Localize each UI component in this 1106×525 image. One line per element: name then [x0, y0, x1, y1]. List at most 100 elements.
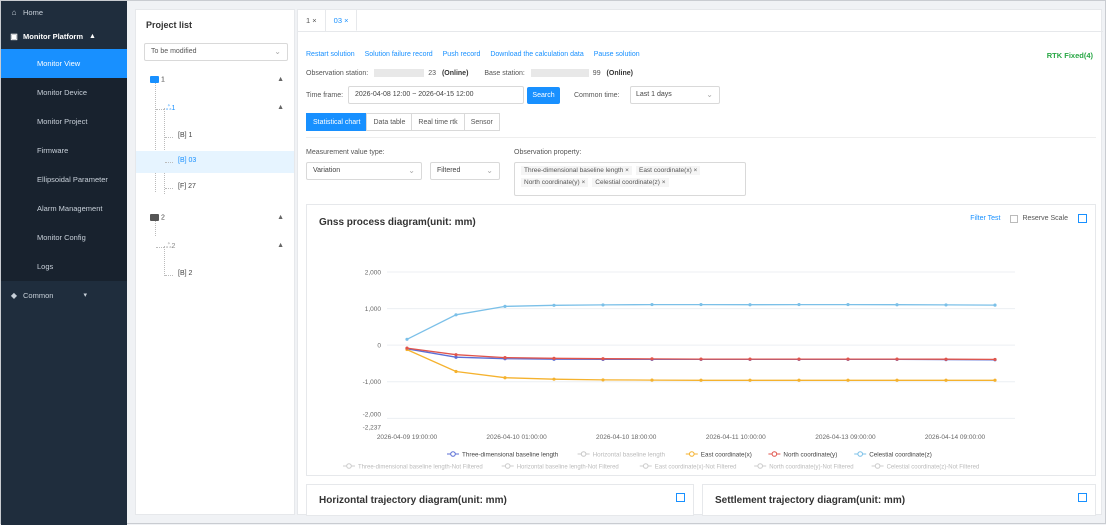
legend-label: Celestial coordinate(z)-Not Filtered [887, 465, 980, 471]
tree-node-project-1[interactable]: 1 ▲ [136, 70, 294, 92]
tree-node-group-1[interactable]: ஃ1 ▲ [136, 98, 294, 120]
sidebar-platform-label: Monitor Platform [23, 31, 83, 41]
search-button[interactable]: Search [527, 87, 560, 104]
sidebar-item-firmware[interactable]: Firmware [1, 136, 127, 165]
legend-label: Celestial coordinate(z) [869, 452, 932, 459]
tree-node-f-27[interactable]: [F] 27 [136, 177, 294, 199]
tree-node-b-2[interactable]: [B] 2 [136, 264, 294, 286]
save-image-icon[interactable] [1078, 493, 1087, 502]
data-point [601, 378, 605, 382]
horizontal-trajectory-title: Horizontal trajectory diagram(unit: mm) [319, 495, 507, 506]
sidebar-item-label: Monitor Device [37, 88, 88, 97]
observation-property-select[interactable]: Three-dimensional baseline length × East … [514, 162, 746, 196]
x-tick-label: 2026-04-10 18:00:00 [596, 434, 657, 441]
data-point [895, 303, 899, 307]
y-tick-label: -2,000 [363, 411, 382, 418]
common-time-value: Last 1 days [636, 91, 672, 98]
tab-data-table[interactable]: Data table [366, 113, 413, 131]
data-point [601, 303, 605, 307]
tab-sensor[interactable]: Sensor [463, 113, 500, 131]
sidebar-item-monitor-config[interactable]: Monitor Config [1, 223, 127, 252]
sidebar-item-alarm-management[interactable]: Alarm Management [1, 194, 127, 223]
legend-label: East coordinate(x) [701, 452, 752, 459]
property-tag[interactable]: Celestial coordinate(z) × [592, 178, 669, 187]
tab-03[interactable]: 03 × [325, 10, 358, 31]
tree-node-project-2[interactable]: 2 ▲ [136, 208, 294, 230]
x-tick-label: 2026-04-14 09:00:00 [925, 434, 986, 441]
tab-statistical-chart[interactable]: Statistical chart [306, 113, 368, 131]
sidebar-item-label: Firmware [37, 146, 69, 155]
data-point [503, 356, 507, 360]
data-point [699, 357, 703, 361]
x-tick-label: 2026-04-10 01:00:00 [486, 434, 547, 441]
tab-1[interactable]: 1 × [298, 10, 326, 31]
chevron-up-icon[interactable]: ▲ [277, 76, 284, 83]
rtk-status: RTK Fixed(4) [1046, 51, 1093, 60]
property-tag[interactable]: East coordinate(x) × [635, 166, 701, 175]
data-point [650, 378, 654, 382]
legend-marker [757, 463, 764, 469]
sidebar-common[interactable]: ◆ Common ▾ [1, 281, 127, 309]
push-record-link[interactable]: Push record [443, 51, 481, 58]
measurement-type-select[interactable]: Variation ⌄ [306, 162, 422, 180]
data-point [405, 337, 409, 341]
solution-failure-record-link[interactable]: Solution failure record [365, 51, 433, 58]
legend-label: Horizontal baseline length [593, 452, 666, 459]
settlement-trajectory-card: Settlement trajectory diagram(unit: mm) [702, 484, 1096, 516]
tree-node-label: [B] 03 [178, 157, 197, 164]
data-point [993, 303, 997, 307]
sidebar-item-monitor-view[interactable]: Monitor View [1, 49, 127, 78]
property-tag[interactable]: Three-dimensional baseline length × [521, 166, 632, 175]
app-frame: ⌂ Home ▣ Monitor Platform ▲ Monitor View… [0, 0, 1106, 525]
download-calculation-link[interactable]: Download the calculation data [490, 51, 583, 58]
tab-real-time-rtk[interactable]: Real time rtk [411, 113, 465, 131]
restart-solution-link[interactable]: Restart solution [306, 51, 355, 58]
sidebar-item-ellipsoidal-parameter[interactable]: Ellipsoidal Parameter [1, 165, 127, 194]
y-tick-label: -1,000 [363, 379, 382, 386]
x-tick-label: 2026-04-13 09:00:00 [815, 434, 876, 441]
save-image-icon[interactable] [676, 493, 685, 502]
project-list-title: Project list [146, 20, 193, 30]
legend-marker [689, 451, 695, 457]
data-point [895, 357, 899, 361]
chevron-up-icon[interactable]: ▲ [277, 242, 284, 249]
legend-label: East coordinate(x)-Not Filtered [655, 465, 737, 471]
data-point [454, 353, 458, 357]
filter-mode-select[interactable]: Filtered ⌄ [430, 162, 500, 180]
project-panel: Project list To be modified ⌄ 1 ▲ ஃ1 ▲ [… [135, 9, 295, 515]
sidebar-item-monitor-device[interactable]: Monitor Device [1, 78, 127, 107]
redacted-block [374, 69, 425, 77]
pause-solution-link[interactable]: Pause solution [594, 51, 640, 58]
base-station-label: Base station: [484, 69, 525, 77]
chevron-up-icon[interactable]: ▲ [277, 214, 284, 221]
property-tag[interactable]: North coordinate(y) × [521, 178, 589, 187]
close-icon[interactable]: × [312, 16, 316, 25]
tree-node-b-1[interactable]: [B] 1 [136, 126, 294, 148]
common-time-select[interactable]: Last 1 days ⌄ [630, 86, 720, 104]
tree-node-label: [B] 1 [178, 132, 193, 139]
project-filter-select[interactable]: To be modified ⌄ [144, 43, 288, 61]
legend-marker [450, 451, 456, 457]
chevron-up-icon[interactable]: ▲ [277, 104, 284, 111]
legend-marker [857, 451, 864, 457]
data-point [405, 346, 409, 350]
data-point [895, 378, 899, 382]
time-frame-input[interactable]: 2026-04-08 12:00 ~ 2026-04-15 12:00 [348, 86, 524, 104]
tree-node-label: 2 [171, 243, 176, 250]
data-point [944, 378, 948, 382]
divider [306, 137, 1096, 138]
tab-label: 03 [333, 16, 342, 25]
sidebar-home[interactable]: ⌂ Home [1, 1, 127, 23]
data-point [650, 302, 654, 307]
sidebar-item-monitor-project[interactable]: Monitor Project [1, 107, 127, 136]
project-filter-value: To be modified [151, 48, 197, 55]
data-point [846, 302, 850, 307]
close-icon[interactable]: × [344, 16, 348, 25]
data-point [797, 302, 801, 307]
sidebar-monitor-platform[interactable]: ▣ Monitor Platform ▲ [1, 23, 127, 49]
series-line [406, 303, 996, 340]
tree-node-group-2[interactable]: ஃ2 ▲ [136, 236, 294, 258]
tree-node-b-03[interactable]: [B] 03 [136, 151, 294, 173]
data-point [797, 378, 801, 382]
sidebar-item-logs[interactable]: Logs [1, 252, 127, 281]
